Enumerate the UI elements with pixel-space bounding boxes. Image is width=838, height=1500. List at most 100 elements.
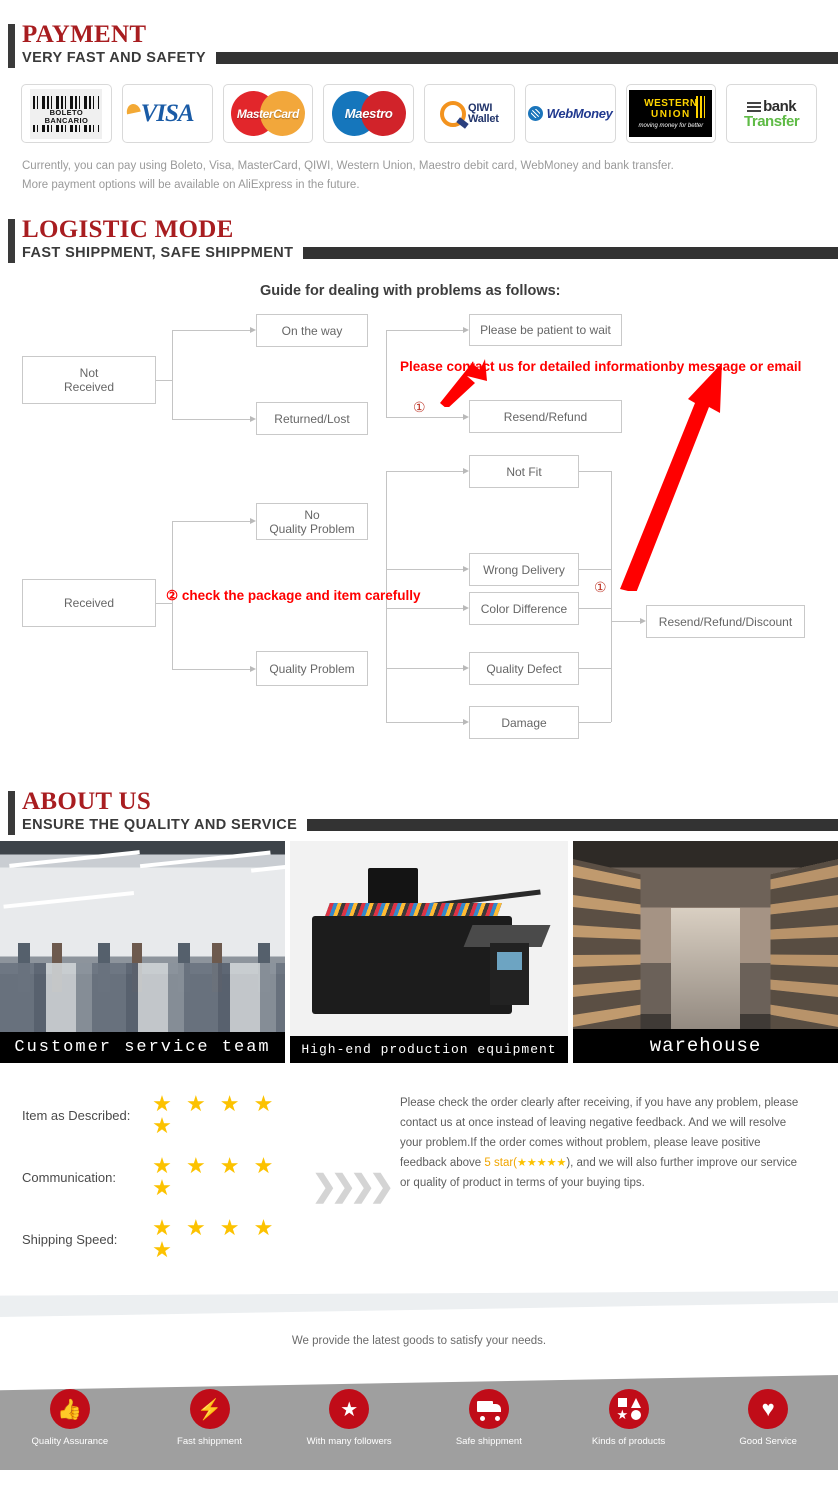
photo-customer-service-team: Customer service team (0, 841, 285, 1063)
rating-stars-item-as-described: ★ ★ ★ ★ ★ (152, 1091, 278, 1138)
red-arrow-annotation-2 (620, 363, 722, 591)
feature-label-quality-assurance: Quality Assurance (31, 1436, 109, 1447)
visa-logo[interactable]: VISA (121, 84, 213, 143)
rating-label-shipping-speed: Shipping Speed: (22, 1231, 118, 1247)
footer-tagline: We provide the latest goods to satisfy y… (291, 1335, 547, 1347)
feedback-policy-text: Please check the order clearly after rec… (400, 1093, 800, 1279)
bank-label-2: Transfer (744, 112, 800, 130)
photo-caption-customer-service: Customer service team (0, 1032, 285, 1063)
rating-stars-shipping-speed: ★ ★ ★ ★ ★ (152, 1215, 278, 1262)
footer-feature-banner: 👍 Quality Assurance ⚡ Fast shippment ★ W… (0, 1375, 838, 1470)
ratings-list: Item as Described: ★ ★ ★ ★ ★ Communicati… (0, 1093, 300, 1279)
about-title: ABOUT US (22, 788, 152, 815)
mastercard-wordmark: MasterCard (236, 106, 299, 121)
heart-icon: ♥ (748, 1389, 789, 1429)
star-icon: ★ (329, 1389, 370, 1429)
flow-box-please-wait: Please be patient to wait (469, 314, 622, 346)
qiwi-wallet-logo[interactable]: QIWI Wallet (424, 84, 515, 143)
rating-row: Communication: ★ ★ ★ ★ ★ (22, 1155, 300, 1199)
western-union-logo[interactable]: WESTERN UNION moving money for better (625, 84, 717, 143)
flow-box-returned-lost: Returned/Lost (256, 402, 368, 435)
visa-wordmark: VISA (140, 99, 195, 127)
qiwi-mark-icon (439, 100, 466, 127)
wu-label-1: WESTERN (644, 98, 698, 109)
about-subtitle: ENSURE THE QUALITY AND SERVICE (22, 817, 298, 833)
mastercard-logo[interactable]: MasterCard (222, 84, 314, 143)
flow-note-check-text: check the package and item carefully (181, 588, 421, 603)
webmoney-wordmark: WebMoney (546, 106, 613, 121)
rating-row: Item as Described: ★ ★ ★ ★ ★ (22, 1093, 300, 1137)
feature-good-service[interactable]: ♥ Good Service (698, 1389, 838, 1447)
feature-label-safe-shippment: Safe shippment (455, 1436, 522, 1447)
header-rule (307, 819, 838, 831)
thumbs-up-icon: 👍 (49, 1389, 90, 1429)
qiwi-label-2: Wallet (467, 112, 499, 125)
heart-glyph: ♥ (761, 1396, 775, 1421)
rating-label-item-as-described: Item as Described: (22, 1107, 131, 1123)
feature-safe-shippment[interactable]: Safe shippment (419, 1389, 559, 1447)
payment-note-line-2: More payment options will be available o… (22, 179, 360, 191)
logistic-section-header: LOGISTIC MODE FAST SHIPPMENT, SAFE SHIPP… (0, 217, 838, 263)
bank-lines-icon (747, 100, 762, 112)
logistic-subtitle: FAST SHIPPMENT, SAFE SHIPPMENT (22, 245, 294, 261)
rating-label-communication: Communication: (22, 1169, 116, 1185)
flow-box-color-difference: Color Difference (469, 592, 579, 625)
flow-box-on-the-way: On the way (256, 314, 368, 347)
flow-marker-one-lower: ① (594, 579, 607, 595)
flow-box-damage: Damage (469, 706, 579, 739)
payment-subtitle: VERY FAST AND SAFETY (22, 50, 206, 66)
boleto-label-2: BANCARIO (44, 115, 89, 125)
feature-label-fast-shippment: Fast shippment (177, 1436, 242, 1447)
policy-highlight: 5 star( (484, 1157, 517, 1169)
light-gray-slant-band (0, 1291, 838, 1317)
bank-label-1: bank (763, 97, 797, 115)
wu-label-2: UNION (651, 109, 691, 120)
maestro-logo[interactable]: Maestro (323, 84, 414, 143)
flow-box-received: Received (22, 579, 156, 627)
feature-kinds-of-products[interactable]: ★ Kinds of products (559, 1389, 699, 1447)
feature-quality-assurance[interactable]: 👍 Quality Assurance (0, 1389, 140, 1447)
flow-note-check-package: ② check the package and item carefully (166, 588, 420, 604)
feature-fast-shippment[interactable]: ⚡ Fast shippment (140, 1389, 280, 1447)
payment-title: PAYMENT (22, 21, 147, 48)
lightning-bolt-icon: ⚡ (189, 1389, 230, 1429)
photo-production-equipment: High-end production equipment (290, 841, 568, 1063)
header-tick-mark (8, 791, 15, 835)
payment-logos: BOLETO BANCARIO VISA MasterCard Maestro … (0, 84, 838, 143)
feature-label-good-service: Good Service (739, 1436, 797, 1447)
feature-label-many-followers: With many followers (306, 1436, 392, 1447)
header-tick-mark (8, 24, 15, 68)
flow-box-quality-defect: Quality Defect (469, 652, 579, 685)
flow-box-resend-refund-discount: Resend/Refund/Discount (646, 605, 805, 638)
flow-marker-two: ② (166, 588, 179, 603)
photo-caption-warehouse: warehouse (573, 1029, 838, 1063)
logistics-flowchart: Guide for dealing with problems as follo… (0, 261, 838, 781)
feature-label-kinds-of-products: Kinds of products (591, 1436, 666, 1447)
header-rule (303, 247, 838, 259)
webmoney-logo[interactable]: WebMoney (524, 84, 616, 143)
header-rule (215, 52, 838, 64)
boleto-bancario-logo[interactable]: BOLETO BANCARIO (21, 84, 112, 143)
red-arrow-annotation-1 (440, 359, 487, 407)
thumbs-up-glyph: 👍 (57, 1398, 83, 1421)
western-union-bars-icon (696, 96, 706, 118)
header-tick-mark (8, 219, 15, 263)
rating-row: Shipping Speed: ★ ★ ★ ★ ★ (22, 1217, 300, 1261)
policy-ministars-icon: ★★★★★ (517, 1157, 567, 1169)
chevrons-decoration-icon: ❯❯❯❯ (311, 1169, 395, 1203)
about-section-header: ABOUT US ENSURE THE QUALITY AND SERVICE (0, 788, 838, 835)
feature-many-followers[interactable]: ★ With many followers (279, 1389, 419, 1447)
lightning-bolt-glyph: ⚡ (197, 1398, 222, 1421)
shapes-icon: ★ (608, 1389, 649, 1429)
flow-box-not-received: Not Received (22, 356, 156, 404)
maestro-wordmark: Maestro (344, 106, 393, 121)
flow-box-not-fit: Not Fit (469, 455, 579, 488)
photo-caption-production-equipment: High-end production equipment (290, 1036, 568, 1063)
about-photo-gallery: Customer service team High-end productio… (0, 841, 838, 1071)
truck-icon (468, 1389, 509, 1429)
flow-marker-one-upper: ① (413, 399, 426, 415)
flow-box-wrong-delivery: Wrong Delivery (469, 553, 579, 586)
wu-tagline: moving money for better (638, 123, 704, 129)
bank-transfer-logo[interactable]: bank Transfer (726, 84, 817, 143)
rating-stars-communication: ★ ★ ★ ★ ★ (152, 1153, 278, 1200)
